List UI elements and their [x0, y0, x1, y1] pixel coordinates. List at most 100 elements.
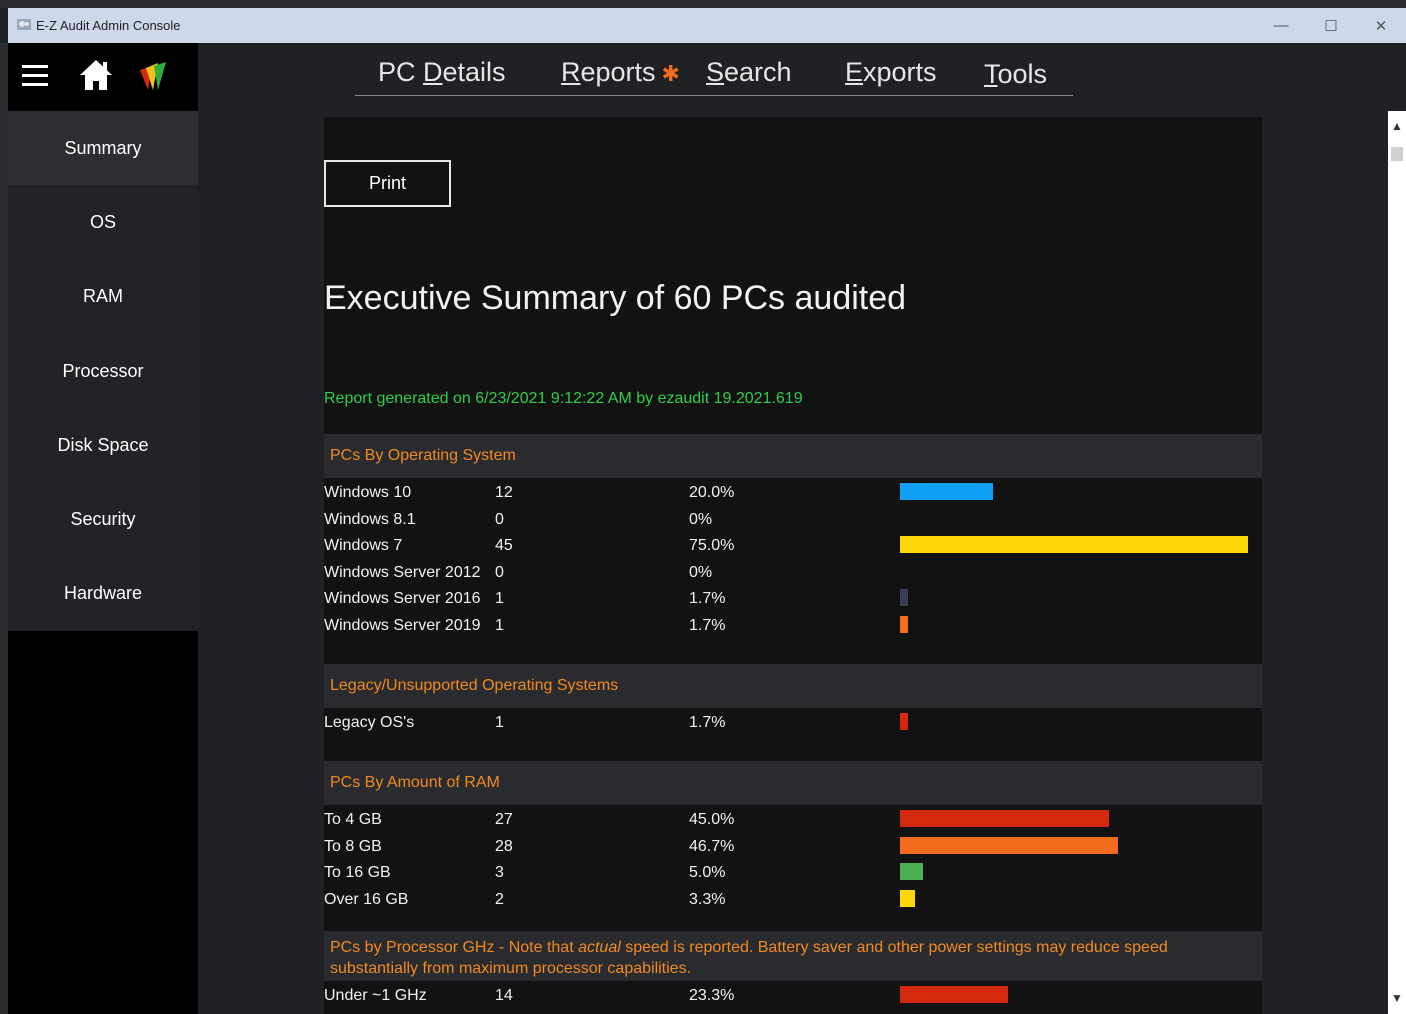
row-percent: 1.7%	[689, 616, 726, 634]
row-label: Windows 10	[324, 484, 412, 501]
row-label: To 16 GB	[324, 864, 391, 881]
row-label: Windows 7	[324, 537, 403, 554]
sidebar-item-summary[interactable]: Summary	[8, 111, 198, 186]
section-header-ram: PCs By Amount of RAM	[324, 761, 1262, 805]
row-count: 0	[495, 510, 504, 528]
row-bar	[900, 863, 923, 880]
minimize-button[interactable]: —	[1258, 8, 1304, 43]
ezaudit-logo-icon	[140, 62, 166, 90]
row-count: 28	[495, 837, 513, 855]
row-percent: 20.0%	[689, 484, 735, 501]
nav-menu: PC Details Reports ✱ Search Exports Tools	[355, 57, 1073, 96]
row-bar	[900, 615, 908, 633]
nav-tools[interactable]: Tools	[984, 59, 1047, 90]
section-header-legacy: Legacy/Unsupported Operating Systems	[324, 664, 1262, 708]
table-row: Over 16 GB 2 3.3%	[324, 887, 1262, 913]
row-percent: 1.7%	[689, 714, 726, 731]
scroll-down-arrow-icon[interactable]: ▼	[1388, 983, 1406, 1013]
sidebar-item-processor[interactable]: Processor	[8, 334, 198, 408]
close-button[interactable]: ✕	[1358, 8, 1404, 43]
nav-search[interactable]: Search	[706, 57, 792, 88]
row-count: 27	[495, 811, 513, 828]
section-header-cpu: PCs by Processor GHz - Note that actual …	[324, 931, 1262, 981]
nav-reports[interactable]: Reports ✱	[561, 57, 680, 88]
app-icon	[17, 19, 31, 30]
row-count: 1	[495, 616, 504, 634]
row-bar	[900, 713, 908, 730]
row-count: 0	[495, 563, 504, 581]
hamburger-menu-icon[interactable]	[22, 65, 48, 87]
maximize-button[interactable]: ☐	[1308, 8, 1354, 43]
print-button[interactable]: Print	[324, 160, 451, 207]
table-row: Windows Server 2016 1 1.7%	[324, 586, 1262, 612]
table-row: To 4 GB 27 45.0%	[324, 807, 1262, 833]
report-title: Executive Summary of 60 PCs audited	[324, 279, 907, 317]
row-percent: 23.3%	[689, 987, 735, 1004]
sidebar-item-disk-space[interactable]: Disk Space	[8, 408, 198, 482]
row-percent: 5.0%	[689, 864, 726, 881]
row-bar	[900, 889, 915, 907]
row-bar	[900, 589, 908, 606]
row-bar	[900, 536, 1248, 553]
nav-pc-details[interactable]: PC Details	[378, 57, 506, 88]
table-row: Windows Server 2012 0 0%	[324, 560, 1262, 586]
home-icon[interactable]	[78, 57, 114, 93]
table-row: To 16 GB 3 5.0%	[324, 860, 1262, 886]
window-title: E-Z Audit Admin Console	[36, 18, 181, 33]
row-label: To 8 GB	[324, 837, 382, 855]
report-generated-info: Report generated on 6/23/2021 9:12:22 AM…	[324, 390, 803, 407]
nav-exports[interactable]: Exports	[845, 57, 937, 88]
table-row: Windows 10 12 20.0%	[324, 480, 1262, 506]
active-star-icon: ✱	[661, 61, 680, 86]
table-row: To 8 GB 28 46.7%	[324, 834, 1262, 860]
row-count: 12	[495, 484, 513, 501]
table-row: Under ~1 GHz 14 23.3%	[324, 983, 1262, 1009]
sidebar: Summary OS RAM Processor Disk Space Secu…	[8, 111, 198, 631]
sidebar-item-security[interactable]: Security	[8, 482, 198, 556]
top-navigation: PC Details Reports ✱ Search Exports Tools	[198, 43, 1406, 111]
row-count: 1	[495, 714, 504, 731]
scrollbar-thumb[interactable]	[1391, 147, 1403, 161]
row-percent: 0%	[689, 510, 713, 528]
report-panel: Print Executive Summary of 60 PCs audite…	[324, 117, 1262, 1014]
row-percent: 75.0%	[689, 537, 735, 554]
vertical-scrollbar[interactable]: ▲ ▼	[1388, 111, 1406, 1014]
table-row: Legacy OS's 1 1.7%	[324, 710, 1262, 736]
scroll-up-arrow-icon[interactable]: ▲	[1388, 111, 1406, 141]
row-label: Windows Server 2016	[324, 590, 481, 607]
row-bar	[900, 483, 993, 500]
table-row: Windows Server 2019 1 1.7%	[324, 613, 1262, 639]
table-row: Windows 7 45 75.0%	[324, 533, 1262, 559]
row-percent: 45.0%	[689, 811, 735, 828]
sidebar-item-hardware[interactable]: Hardware	[8, 557, 198, 631]
app-toolbar	[8, 43, 198, 111]
table-row: Windows 8.1 0 0%	[324, 507, 1262, 533]
row-label: To 4 GB	[324, 811, 382, 828]
row-percent: 46.7%	[689, 837, 735, 855]
row-bar	[900, 836, 1118, 854]
sidebar-item-os[interactable]: OS	[8, 185, 198, 259]
row-label: Windows 8.1	[324, 510, 416, 528]
row-percent: 3.3%	[689, 890, 726, 908]
row-bar	[900, 986, 1008, 1003]
row-label: Windows Server 2012	[324, 563, 481, 581]
section-header-os: PCs By Operating System	[324, 434, 1262, 478]
row-count: 1	[495, 590, 504, 607]
sidebar-empty-area	[8, 631, 198, 1014]
row-percent: 1.7%	[689, 590, 726, 607]
window-frame-left	[0, 43, 8, 1014]
report-viewport[interactable]: Print Executive Summary of 60 PCs audite…	[198, 111, 1388, 1014]
row-label: Over 16 GB	[324, 890, 409, 908]
row-label: Legacy OS's	[324, 714, 415, 731]
row-count: 2	[495, 890, 504, 908]
row-percent: 0%	[689, 563, 713, 581]
title-bar: E-Z Audit Admin Console — ☐ ✕	[8, 8, 1406, 43]
row-count: 3	[495, 864, 504, 881]
window-frame-top	[0, 0, 1406, 8]
row-label: Under ~1 GHz	[324, 987, 427, 1004]
row-bar	[900, 810, 1109, 827]
row-count: 14	[495, 987, 513, 1004]
row-count: 45	[495, 537, 513, 554]
row-label: Windows Server 2019	[324, 616, 481, 634]
sidebar-item-ram[interactable]: RAM	[8, 260, 198, 334]
